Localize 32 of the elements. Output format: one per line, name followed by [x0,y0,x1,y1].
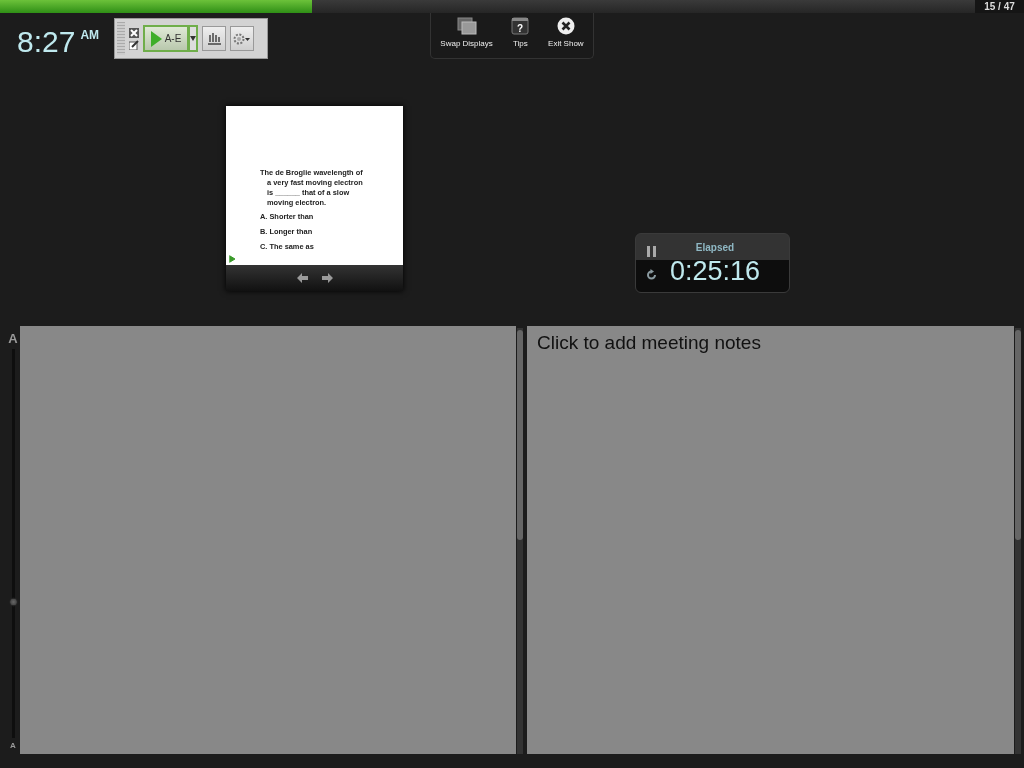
dropdown-button[interactable] [188,25,198,52]
edit-icon[interactable] [129,39,139,50]
clock-ampm: AM [80,29,100,41]
close-icon[interactable] [129,27,139,38]
settings-button[interactable] [230,26,254,51]
slide-counter: 15 / 47 [975,0,1024,13]
bar-chart-icon [207,32,221,45]
chart-button[interactable] [202,26,226,51]
play-icon [150,30,162,47]
caret-icon [190,35,196,41]
large-font-label: A [8,332,18,345]
tips-button[interactable]: ? Tips [509,17,532,58]
grip-handle[interactable] [117,22,125,55]
next-arrow-icon[interactable] [321,273,333,283]
gear-icon [233,32,251,45]
elapsed-time: 0:25:16 [668,258,762,285]
pause-icon[interactable] [646,246,656,257]
slide-logo-icon [229,255,235,263]
clock-time: 8:27 [17,27,76,57]
scrollbar[interactable] [517,328,523,754]
play-button[interactable]: A-E [143,25,189,52]
small-font-label: A [10,742,16,750]
reset-icon[interactable] [645,269,657,280]
timer-label: Elapsed [694,241,736,255]
help-icon: ? [511,17,530,35]
previous-arrow-icon[interactable] [296,273,308,283]
scrollbar[interactable] [1015,328,1021,754]
exit-show-button[interactable]: Exit Show [546,17,586,58]
slider-thumb[interactable] [8,597,18,607]
window-stack-icon [456,17,477,35]
swap-displays-button[interactable]: Swap Displays [438,17,495,58]
close-icon [556,17,575,35]
